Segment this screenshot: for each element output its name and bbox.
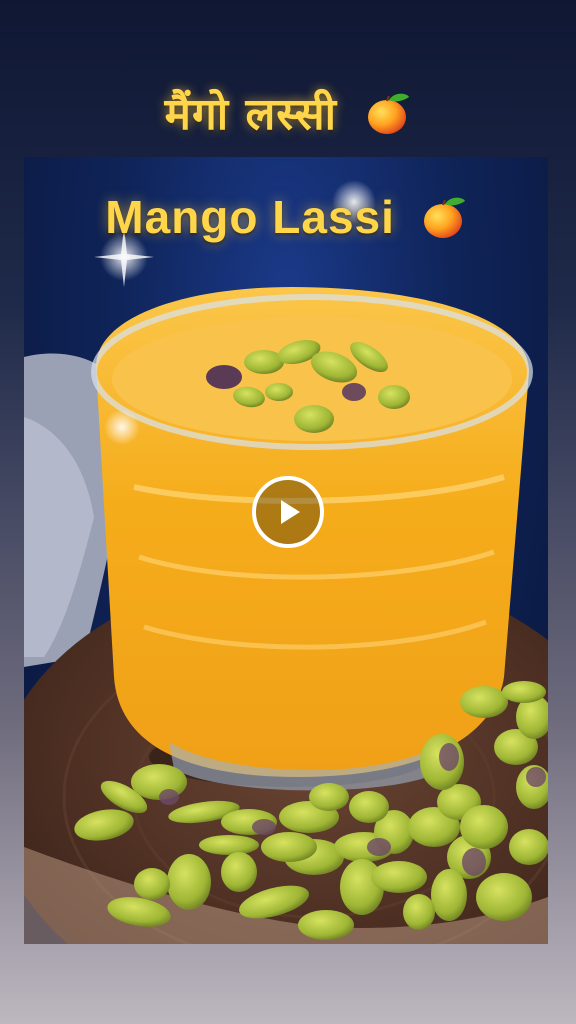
mango-icon bbox=[423, 197, 465, 238]
play-button[interactable] bbox=[252, 476, 324, 548]
lassi-photo bbox=[24, 180, 548, 944]
video-thumbnail[interactable]: Mango Lassi bbox=[24, 157, 548, 944]
video-title-english: Mango Lassi bbox=[24, 190, 548, 244]
mango-icon bbox=[368, 93, 410, 134]
title-english-text: Mango Lassi bbox=[105, 191, 395, 243]
video-title-hindi: मैंगो लस्सी bbox=[0, 82, 576, 142]
play-icon bbox=[281, 500, 300, 524]
title-hindi-text: मैंगो लस्सी bbox=[164, 89, 337, 140]
